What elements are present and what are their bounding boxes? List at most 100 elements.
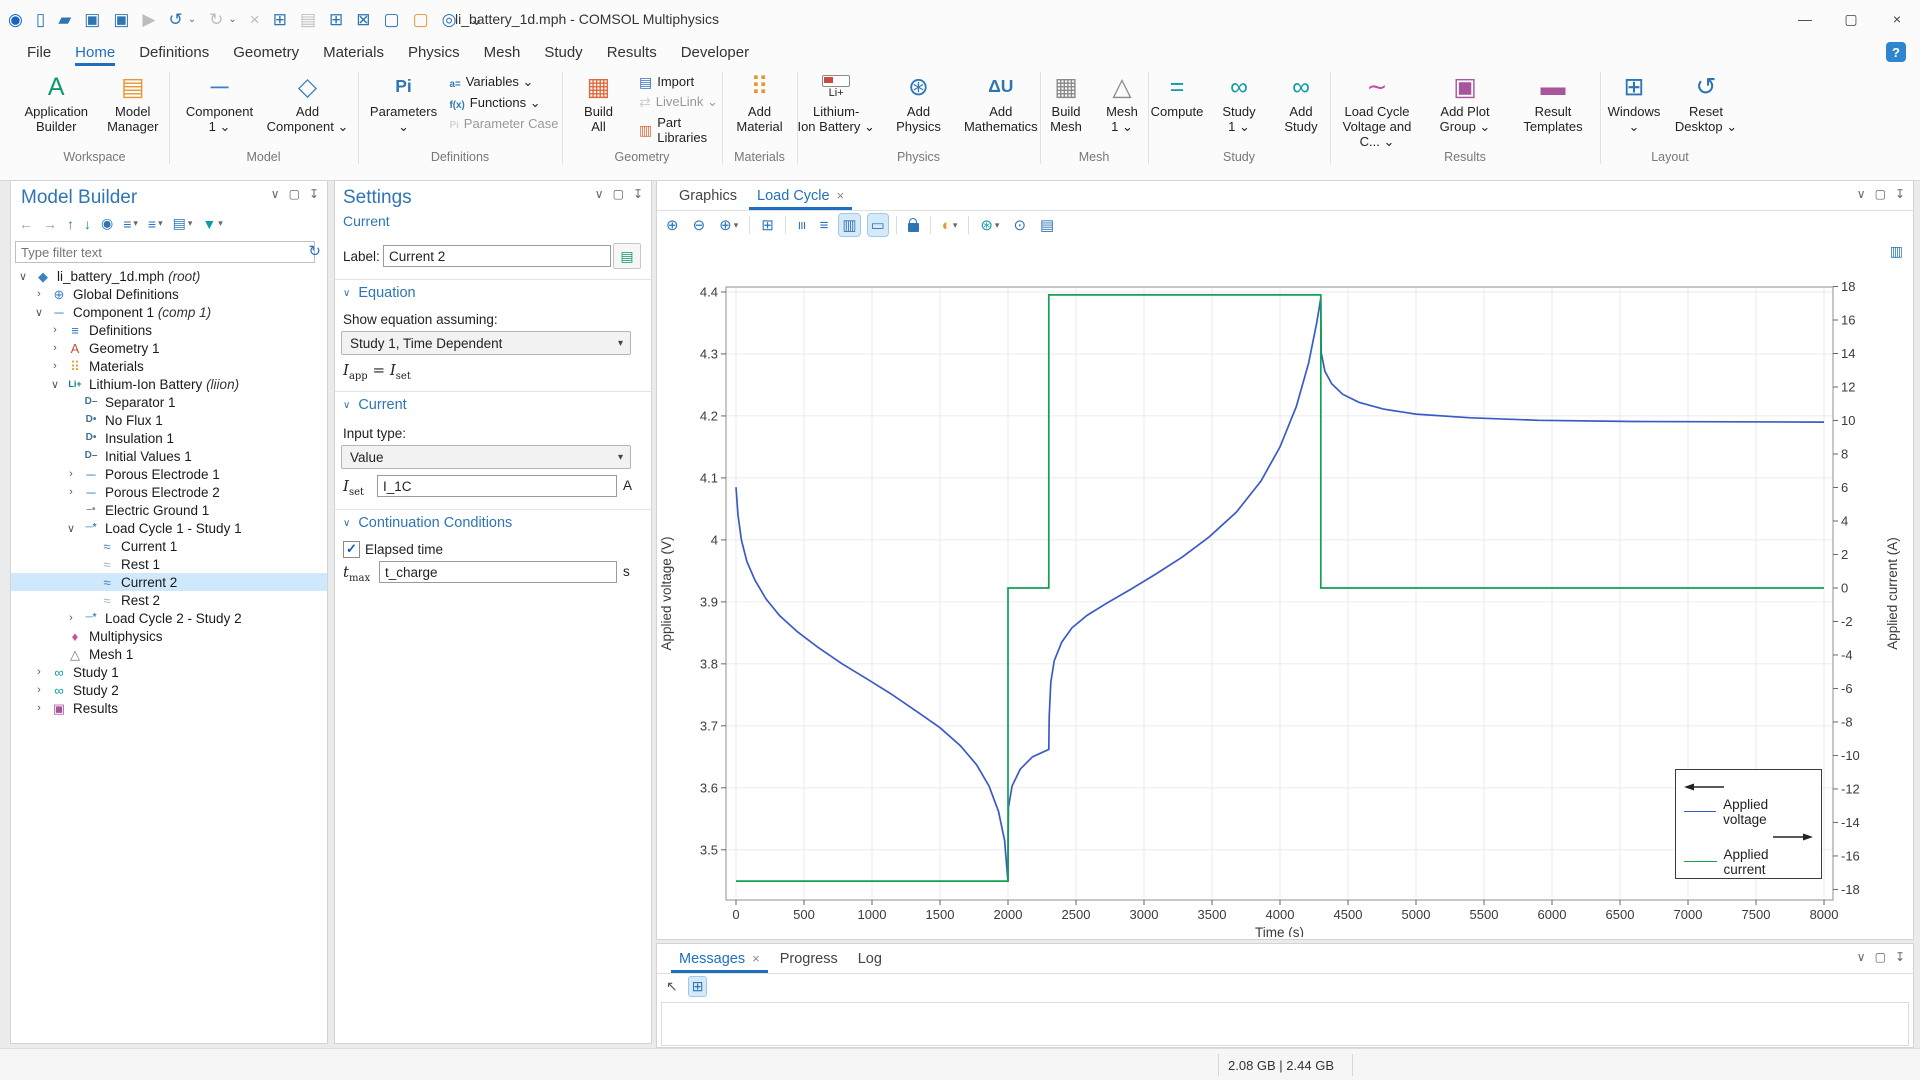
duplicate-icon[interactable]: ⊞ [329,11,343,28]
tree-item-insulation-1[interactable]: D•Insulation 1 [11,429,327,447]
model-tree-node-text-icon[interactable]: ▤▾ [173,215,193,232]
collapse-icon[interactable]: ≡▾ [148,216,163,232]
tree-item-current-2[interactable]: ≈Current 2 [11,573,327,591]
pin-panel-icon[interactable]: ↧ [1895,187,1905,201]
label-input[interactable] [383,245,611,267]
tree-item-initial-values-1[interactable]: D–Initial Values 1 [11,447,327,465]
new-file-icon[interactable]: ▯ [36,11,45,28]
show-icon[interactable]: ◉ [101,215,113,232]
copy-table-icon[interactable]: ⊞ [689,977,707,996]
expand-node-icon[interactable]: › [33,288,45,300]
tree-item-porous-electrode-1[interactable]: ›─Porous Electrode 1 [11,465,327,483]
variables-button[interactable]: a=Variables ⌄ [450,74,559,90]
compute-button[interactable]: =Compute [1148,68,1206,119]
result-templates-button[interactable]: ▬Result Templates [1511,68,1595,134]
tab-messages[interactable]: Messages× [669,944,770,973]
expand-node-icon[interactable]: › [49,360,61,372]
add-component-button[interactable]: ◇Add Component ⌄ [266,68,350,134]
expand-node-icon[interactable]: › [49,324,61,336]
close-button[interactable]: × [1874,0,1920,38]
equation-section-header[interactable]: ∨Equation [343,285,416,301]
add-plot-group-button[interactable]: ▣Add Plot Group ⌄ [1423,68,1507,134]
functions-button[interactable]: f(x)Functions ⌄ [450,95,559,111]
tree-filter-input[interactable] [15,241,315,263]
expand-node-icon[interactable]: › [65,612,77,624]
tree-item-current-1[interactable]: ≈Current 1 [11,537,327,555]
component-1-button[interactable]: ─Component 1 ⌄ [178,68,262,134]
close-tab-icon[interactable]: × [837,188,845,203]
print-icon[interactable]: ▤ [1037,214,1057,236]
tree-item-separator-1[interactable]: D–Separator 1 [11,393,327,411]
collapse-panel-icon[interactable]: ∨ [595,187,604,201]
ribbon-tab-developer[interactable]: Developer [681,38,749,66]
tree-item-geometry-1[interactable]: ›AGeometry 1 [11,339,327,357]
float-panel-icon[interactable]: ▢ [1875,950,1886,964]
minimize-button[interactable]: — [1782,0,1828,38]
chevron-down-icon[interactable]: ⌄ [228,14,236,25]
comsol-logo-icon[interactable]: ◉ [8,11,23,28]
ribbon-tab-geometry[interactable]: Geometry [233,38,299,66]
collapse-node-icon[interactable]: ∨ [17,270,29,283]
plot-settings-icon[interactable]: ⊛▾ [977,214,1002,236]
tree-item-lithium-ion-battery[interactable]: ∨Li+Lithium-Ion Battery (liion) [11,375,327,393]
tree-item-study-1[interactable]: ›∞Study 1 [11,663,327,681]
tree-item-load-cycle-1-study-1[interactable]: ∨─*Load Cycle 1 - Study 1 [11,519,327,537]
tree-item-rest-2[interactable]: ≈Rest 2 [11,591,327,609]
tree-item-no-flux-1[interactable]: D•No Flux 1 [11,411,327,429]
close-tab-icon[interactable]: × [752,951,760,966]
undo-icon[interactable]: ↺ [168,11,182,28]
zoom-out-icon[interactable]: ⊖ [690,214,709,236]
cut-icon[interactable]: × [250,11,260,28]
reset-desktop-button[interactable]: ↺Reset Desktop ⌄ [1672,68,1740,134]
equation-assumption-select[interactable]: Study 1, Time Dependent ▾ [341,331,631,355]
tree-item-li-battery-1d-mph[interactable]: ∨◆li_battery_1d.mph (root) [11,267,327,285]
study-1-button[interactable]: ∞Study 1 ⌄ [1210,68,1268,134]
pin-panel-icon[interactable]: ↧ [633,187,643,201]
mesh-1-button[interactable]: △Mesh 1 ⌄ [1096,68,1148,134]
ribbon-tab-mesh[interactable]: Mesh [484,38,521,66]
copy-icon[interactable]: ⊞ [273,11,287,28]
elapsed-time-checkbox[interactable]: ✓ [343,541,360,558]
tree-item-materials[interactable]: ›⠿Materials [11,357,327,375]
expand-node-icon[interactable]: › [33,684,45,696]
select-arrow-icon[interactable]: ↖ [663,977,681,996]
clear-selection-icon[interactable]: ▢ [413,11,429,28]
move-down-icon[interactable]: ↓ [84,216,91,232]
ribbon-tab-results[interactable]: Results [607,38,657,66]
tree-item-results[interactable]: ›▣Results [11,699,327,717]
ribbon-tab-physics[interactable]: Physics [408,38,460,66]
zoom-extents-icon[interactable]: ⊞ [758,214,777,236]
ribbon-tab-file[interactable]: File [27,38,51,66]
float-panel-icon[interactable]: ▢ [613,187,624,201]
tree-item-component-1[interactable]: ∨─Component 1 (comp 1) [11,303,327,321]
tab-load-cycle[interactable]: Load Cycle× [747,181,854,210]
tree-item-mesh-1[interactable]: △Mesh 1 [11,645,327,663]
pin-panel-icon[interactable]: ↧ [309,187,319,201]
collapse-node-icon[interactable]: ∨ [49,378,61,391]
help-icon[interactable]: ? [1886,42,1906,62]
tree-item-rest-1[interactable]: ≈Rest 1 [11,555,327,573]
current-section-header[interactable]: ∨Current [343,397,407,413]
model-manager-button[interactable]: ▤Model Manager [97,68,170,134]
ribbon-tab-definitions[interactable]: Definitions [139,38,209,66]
refresh-icon[interactable]: ↻ [308,242,321,260]
expand-node-icon[interactable]: › [65,486,77,498]
move-up-icon[interactable]: ↑ [67,216,74,232]
expand-node-icon[interactable]: › [33,702,45,714]
float-panel-icon[interactable]: ▢ [1875,187,1886,201]
redo-icon[interactable]: ↻ [209,11,223,28]
forward-icon[interactable]: → [43,216,57,232]
select-box-icon[interactable]: ▢ [384,11,400,28]
back-icon[interactable]: ← [19,216,33,232]
ribbon-tab-materials[interactable]: Materials [323,38,384,66]
iset-input[interactable] [377,475,617,497]
tmax-input[interactable] [379,561,617,583]
parameters-button[interactable]: PiParameters ⌄ [362,68,446,134]
lock-axis-icon[interactable] [905,216,922,234]
continuation-section-header[interactable]: ∨Continuation Conditions [343,515,512,531]
tab-log[interactable]: Log [848,944,892,973]
livelink-button[interactable]: ⇄LiveLink ⌄ [639,94,722,110]
color-palette-icon[interactable]: ◐▾ [939,215,961,236]
windows-button[interactable]: ⊞Windows ⌄ [1600,68,1668,134]
zoom-box-icon[interactable]: ⊕▾ [716,214,741,236]
